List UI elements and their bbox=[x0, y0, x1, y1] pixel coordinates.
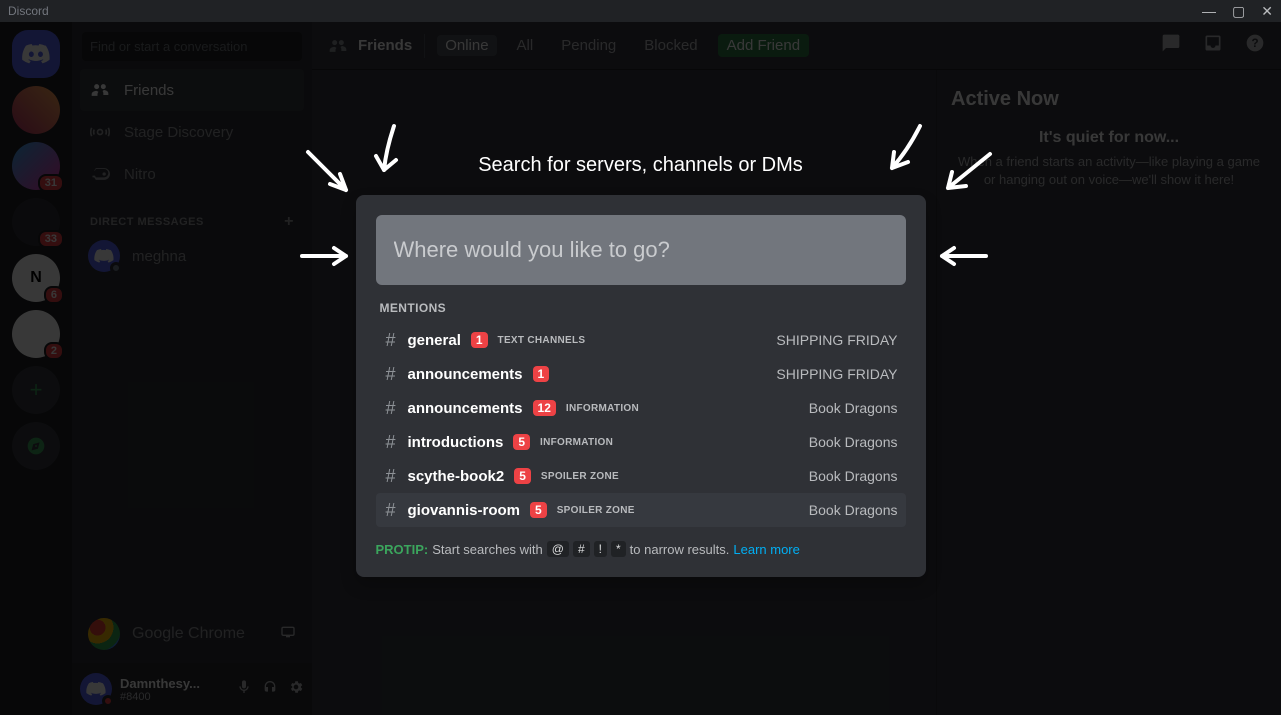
window-maximize-icon[interactable]: ▢ bbox=[1232, 4, 1245, 18]
mention-badge: 5 bbox=[514, 468, 531, 484]
window-title: Discord bbox=[8, 4, 49, 18]
mention-badge: 5 bbox=[530, 502, 547, 518]
result-category: INFORMATION bbox=[566, 403, 639, 414]
hash-icon: # bbox=[384, 432, 398, 453]
kbd: * bbox=[611, 541, 626, 557]
result-name: introductions bbox=[408, 434, 504, 451]
modal-backdrop[interactable]: Search for servers, channels or DMs MENT… bbox=[0, 22, 1281, 715]
quickswitcher-panel: MENTIONS # general 1 TEXT CHANNELS SHIPPING … bbox=[356, 195, 926, 577]
result-server: Book Dragons bbox=[809, 468, 898, 484]
result-category: SPOILER ZONE bbox=[541, 471, 619, 482]
kbd: ! bbox=[594, 541, 607, 557]
window-close-icon[interactable]: ✕ bbox=[1261, 4, 1273, 18]
result-name: giovannis-room bbox=[408, 502, 521, 519]
result-name: scythe-book2 bbox=[408, 468, 505, 485]
result-server: Book Dragons bbox=[809, 400, 898, 416]
quickswitcher-result[interactable]: # introductions 5 INFORMATION Book Dragons bbox=[376, 425, 906, 459]
quickswitcher-result[interactable]: # giovannis-room 5 SPOILER ZONE Book Dragons bbox=[376, 493, 906, 527]
quickswitcher-footer: PROTIP: Start searches with @ # ! * to n… bbox=[376, 541, 906, 557]
result-server: Book Dragons bbox=[809, 434, 898, 450]
result-server: Book Dragons bbox=[809, 502, 898, 518]
hash-icon: # bbox=[384, 330, 398, 351]
result-name: announcements bbox=[408, 400, 523, 417]
mention-badge: 12 bbox=[533, 400, 556, 416]
quickswitcher-input[interactable] bbox=[376, 215, 906, 285]
hash-icon: # bbox=[384, 364, 398, 385]
kbd: @ bbox=[547, 541, 569, 557]
learn-more-link[interactable]: Learn more bbox=[733, 542, 799, 557]
quickswitcher-result[interactable]: # announcements 12 INFORMATION Book Dragons bbox=[376, 391, 906, 425]
mention-badge: 1 bbox=[471, 332, 488, 348]
result-server: SHIPPING FRIDAY bbox=[776, 332, 897, 348]
mention-badge: 1 bbox=[533, 366, 550, 382]
quickswitcher-section: MENTIONS bbox=[380, 301, 902, 315]
hash-icon: # bbox=[384, 466, 398, 487]
quickswitcher-result[interactable]: # scythe-book2 5 SPOILER ZONE Book Dragons bbox=[376, 459, 906, 493]
kbd: # bbox=[573, 541, 590, 557]
result-name: announcements bbox=[408, 366, 523, 383]
protip-label: PROTIP: bbox=[376, 542, 429, 557]
hash-icon: # bbox=[384, 398, 398, 419]
quickswitcher-list[interactable]: # general 1 TEXT CHANNELS SHIPPING FRIDAY # an… bbox=[376, 323, 906, 527]
hash-icon: # bbox=[384, 500, 398, 521]
result-category: INFORMATION bbox=[540, 437, 613, 448]
mention-badge: 5 bbox=[513, 434, 530, 450]
window-minimize-icon[interactable]: — bbox=[1202, 4, 1216, 18]
quickswitcher-title: Search for servers, channels or DMs bbox=[478, 154, 803, 177]
result-category: SPOILER ZONE bbox=[557, 505, 635, 516]
result-name: general bbox=[408, 332, 461, 349]
quickswitcher-result[interactable]: # announcements 1 SHIPPING FRIDAY bbox=[376, 357, 906, 391]
result-category: TEXT CHANNELS bbox=[498, 335, 586, 346]
result-server: SHIPPING FRIDAY bbox=[776, 366, 897, 382]
titlebar: Discord — ▢ ✕ bbox=[0, 0, 1281, 22]
quickswitcher-result[interactable]: # general 1 TEXT CHANNELS SHIPPING FRIDAY bbox=[376, 323, 906, 357]
